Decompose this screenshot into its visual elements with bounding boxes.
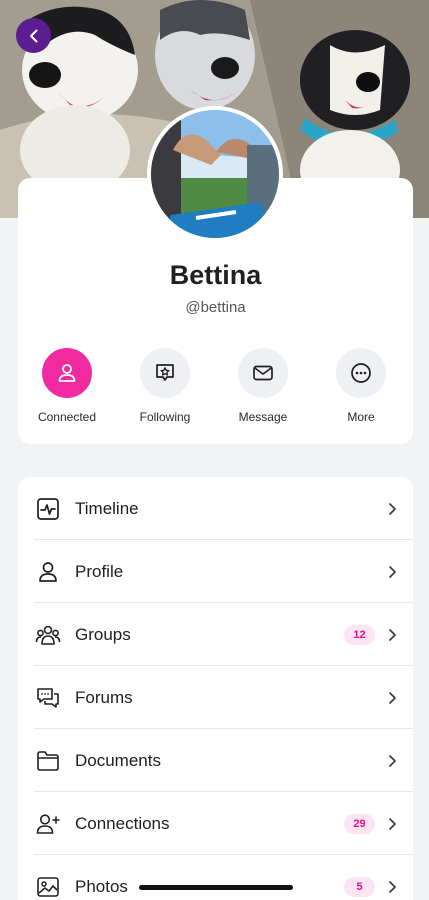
- add-person-icon: [35, 811, 61, 837]
- profile-name: Bettina: [169, 260, 262, 290]
- following-label: Following: [139, 410, 191, 424]
- star-bubble-icon: [156, 364, 174, 381]
- chevron-right-icon: [389, 628, 396, 641]
- avatar[interactable]: [147, 106, 283, 242]
- chevron-right-icon: [389, 691, 396, 704]
- chevron-right-icon: [389, 754, 396, 767]
- more-label: More: [347, 410, 375, 424]
- photos-count-badge: 5: [344, 876, 375, 897]
- menu-label-connections: Connections: [75, 813, 170, 833]
- menu-item-groups[interactable]: Groups 12: [18, 603, 413, 666]
- connected-circle: [42, 348, 92, 398]
- groups-count-badge: 12: [344, 624, 375, 645]
- chevron-right-icon: [389, 817, 396, 830]
- photo-icon: [35, 874, 61, 900]
- chevron-right-icon: [389, 565, 396, 578]
- menu-label-documents: Documents: [75, 750, 161, 770]
- menu-item-timeline[interactable]: Timeline: [18, 477, 413, 540]
- profile-actions: Connected Following Message More: [18, 348, 413, 424]
- chevron-left-icon: [29, 29, 37, 42]
- connected-button[interactable]: Connected: [18, 348, 116, 424]
- following-circle: [140, 348, 190, 398]
- envelope-icon: [253, 365, 273, 381]
- menu-item-forums[interactable]: Forums: [18, 666, 413, 729]
- more-icon: [351, 363, 371, 383]
- group-icon: [35, 622, 61, 648]
- chevron-right-icon: [389, 880, 396, 893]
- home-indicator: [139, 885, 293, 890]
- person-icon: [35, 559, 61, 585]
- chevron-right-icon: [389, 502, 396, 515]
- following-button[interactable]: Following: [116, 348, 214, 424]
- profile-handle: @bettina: [185, 299, 246, 316]
- menu-label-forums: Forums: [75, 687, 133, 707]
- message-button[interactable]: Message: [214, 348, 312, 424]
- menu-label-groups: Groups: [75, 624, 131, 644]
- menu-item-connections[interactable]: Connections 29: [18, 792, 413, 855]
- person-icon: [58, 364, 76, 382]
- activity-icon: [35, 496, 61, 522]
- more-circle: [336, 348, 386, 398]
- menu-label-timeline: Timeline: [75, 498, 139, 518]
- folder-icon: [35, 748, 61, 774]
- message-circle: [238, 348, 288, 398]
- profile-menu: Timeline Profile Groups 12 Forums Docume…: [18, 477, 413, 900]
- menu-label-profile: Profile: [75, 561, 124, 581]
- back-button[interactable]: [16, 18, 51, 53]
- menu-item-photos[interactable]: Photos 5: [18, 855, 413, 900]
- avatar-photo: [151, 110, 279, 238]
- menu-item-documents[interactable]: Documents: [18, 729, 413, 792]
- connected-label: Connected: [37, 410, 97, 424]
- connections-count-badge: 29: [344, 813, 375, 834]
- forum-icon: [35, 685, 61, 711]
- more-button[interactable]: More: [312, 348, 410, 424]
- menu-item-profile[interactable]: Profile: [18, 540, 413, 603]
- message-label: Message: [238, 410, 288, 424]
- menu-label-photos: Photos: [75, 876, 128, 896]
